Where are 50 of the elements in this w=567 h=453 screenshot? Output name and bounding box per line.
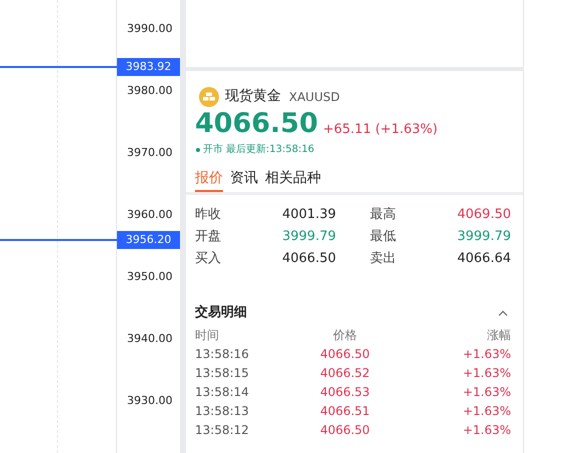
bars-coin-icon bbox=[199, 86, 219, 106]
column-header: 价格 bbox=[332, 326, 358, 342]
axis-label: 3930.00 bbox=[127, 394, 172, 408]
table-cell-text: +1.63% bbox=[462, 364, 511, 382]
column-header: 涨幅 bbox=[486, 326, 511, 342]
price-value: 4066.50 bbox=[195, 108, 318, 140]
stat-value: 3999.79 bbox=[281, 228, 336, 246]
table-cell-text: 13:58:16 bbox=[195, 346, 250, 362]
stat-label: 最高 bbox=[369, 206, 397, 224]
table-cell-text: +1.63% bbox=[462, 402, 511, 420]
table-cell-text: 13:58:13 bbox=[195, 402, 250, 420]
stat-value: 4066.64 bbox=[456, 250, 511, 268]
table-cell-text: +1.63% bbox=[462, 346, 511, 362]
tab[interactable]: 资讯 bbox=[230, 166, 258, 192]
last-update: 最后更新:13:58:16 bbox=[226, 142, 314, 157]
stat-value: 3999.79 bbox=[456, 228, 511, 246]
stat-value: 4066.50 bbox=[281, 250, 336, 268]
caret-icon[interactable] bbox=[498, 310, 508, 316]
table-cell-text: 13:58:15 bbox=[195, 364, 250, 382]
section-title: 交易明细 bbox=[195, 304, 247, 322]
table-cell-text: +1.63% bbox=[462, 422, 511, 438]
stat-value: 4069.50 bbox=[456, 206, 511, 224]
stat-label: 昨收 bbox=[195, 206, 222, 224]
price-label: 3956.20 bbox=[117, 231, 180, 249]
axis-label: 3950.00 bbox=[127, 270, 172, 284]
table-cell-text: +1.63% bbox=[462, 384, 511, 400]
table-cell-text: 13:58:12 bbox=[195, 422, 250, 438]
instrument-symbol: XAUUSD bbox=[289, 88, 340, 106]
table-cell-text: 4066.51 bbox=[319, 402, 371, 420]
instrument-name: 现货黄金 bbox=[225, 87, 281, 106]
table-cell-text: 4066.50 bbox=[319, 346, 371, 362]
axis-label: 3970.00 bbox=[127, 146, 172, 160]
axis-label: 3980.00 bbox=[127, 84, 172, 98]
axis-label: 3940.00 bbox=[127, 332, 172, 346]
table-cell-text: 13:58:14 bbox=[195, 384, 250, 400]
table-cell-text: 4066.50 bbox=[319, 422, 371, 438]
table-cell-text: 4066.52 bbox=[319, 364, 371, 382]
price-change: +65.11 (+1.63%) bbox=[322, 121, 438, 139]
column-header: 时间 bbox=[195, 326, 220, 342]
axis-label: 3960.00 bbox=[127, 208, 172, 222]
stat-label: 卖出 bbox=[369, 250, 397, 268]
price-label: 3983.92 bbox=[117, 58, 180, 76]
table-cell-text: 4066.53 bbox=[319, 384, 371, 400]
stat-label: 最低 bbox=[369, 228, 397, 246]
market-status: 开市 bbox=[203, 142, 223, 157]
stat-label: 开盘 bbox=[195, 228, 222, 246]
stat-value: 4001.39 bbox=[281, 206, 336, 224]
axis-label: 3990.00 bbox=[127, 22, 172, 36]
stat-label: 买入 bbox=[195, 250, 222, 268]
tab[interactable]: 相关品种 bbox=[265, 166, 321, 192]
